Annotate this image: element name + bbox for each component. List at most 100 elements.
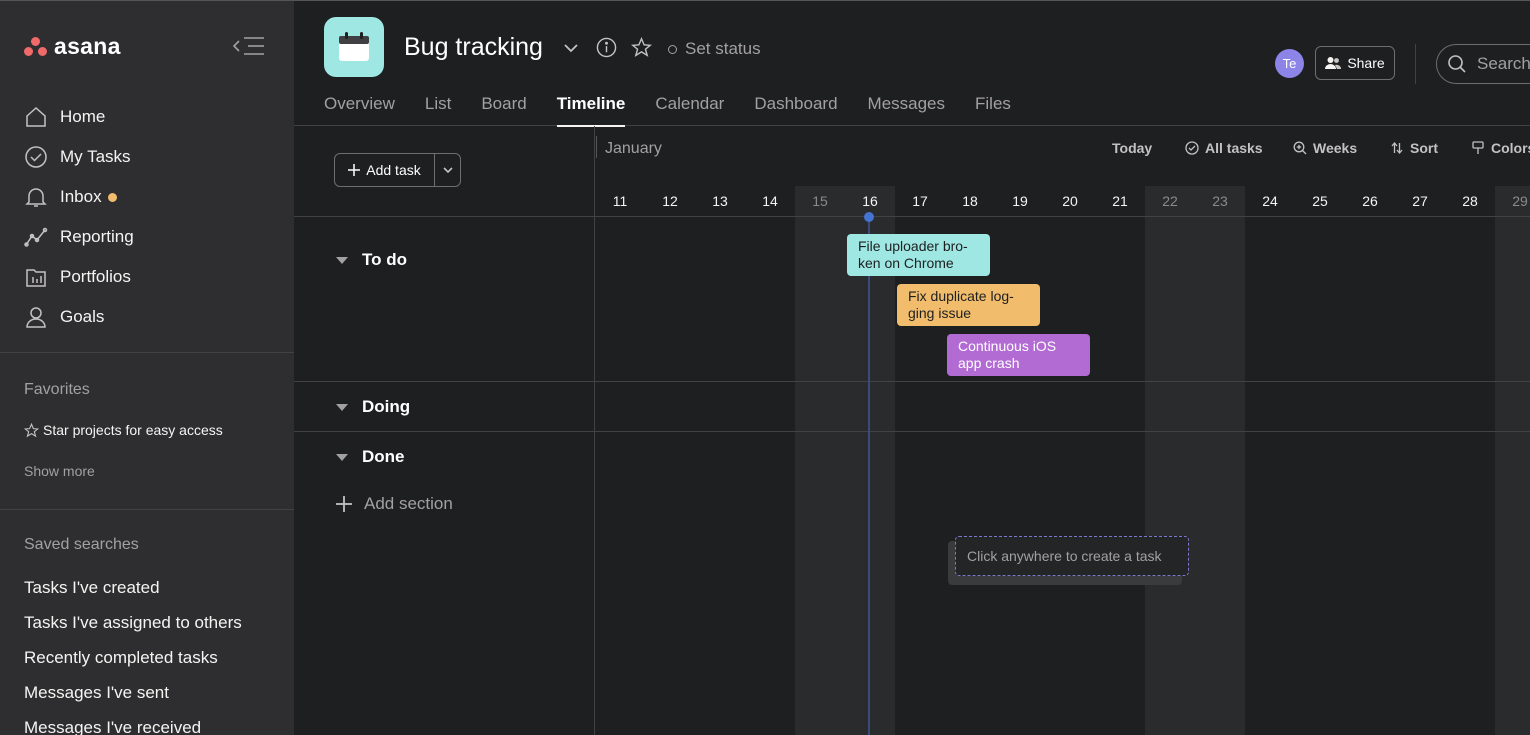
add-task-button-group: Add task xyxy=(334,153,461,187)
day-label: 18 xyxy=(962,193,978,209)
sidebar-divider xyxy=(0,509,294,510)
section-header-done[interactable]: Done xyxy=(336,447,405,467)
month-label: January xyxy=(605,140,662,157)
favorites-hint-text: Star projects for easy access xyxy=(43,422,223,438)
saved-searches-title[interactable]: Saved searches xyxy=(24,536,139,554)
today-button[interactable]: Today xyxy=(1112,140,1152,156)
zoom-icon xyxy=(1293,141,1307,155)
timeline-divider xyxy=(595,431,1530,432)
sidebar-item-home[interactable]: Home xyxy=(24,97,274,137)
project-header: Bug tracking Set status Te Share Search … xyxy=(294,0,1530,127)
weekend-column xyxy=(1145,186,1245,735)
day-label: 16 xyxy=(862,193,878,209)
star-icon[interactable] xyxy=(630,36,653,63)
task-title-line: app crash xyxy=(958,355,1020,371)
create-task-placeholder[interactable]: Click anywhere to create a task xyxy=(955,536,1189,576)
logo-dots-icon xyxy=(24,36,48,57)
logo-text: asana xyxy=(54,33,121,59)
day-label: 17 xyxy=(912,193,928,209)
share-button[interactable]: Share xyxy=(1315,46,1395,80)
tab-files[interactable]: Files xyxy=(975,94,1011,127)
tab-messages[interactable]: Messages xyxy=(868,94,945,127)
saved-search-item[interactable]: Tasks I've assigned to others xyxy=(24,612,242,647)
home-icon xyxy=(26,106,46,127)
colors-label: Colors xyxy=(1491,140,1530,156)
people-icon xyxy=(1325,57,1342,69)
sidebar-item-reporting[interactable]: Reporting xyxy=(24,217,274,257)
sidebar-item-inbox[interactable]: Inbox xyxy=(24,177,274,217)
header-divider xyxy=(1415,44,1416,84)
task-bar[interactable]: Fix duplicate log- ging issue xyxy=(897,284,1040,326)
weekend-column xyxy=(1495,186,1530,735)
paint-bucket-icon xyxy=(1472,141,1484,154)
saved-search-item[interactable]: Messages I've received xyxy=(24,717,242,735)
set-status-label: Set status xyxy=(685,39,761,58)
sidebar-item-label: Portfolios xyxy=(60,267,131,286)
saved-search-item[interactable]: Recently completed tasks xyxy=(24,647,242,682)
sidebar-item-label: Home xyxy=(60,107,106,126)
sidebar-item-portfolios[interactable]: Portfolios xyxy=(24,257,274,297)
today-label: Today xyxy=(1112,140,1153,156)
caret-down-icon xyxy=(336,453,348,461)
avatar[interactable]: Te xyxy=(1275,49,1304,78)
weeks-zoom-button[interactable]: Weeks xyxy=(1293,140,1357,156)
day-label: 12 xyxy=(662,193,678,209)
add-task-dropdown[interactable] xyxy=(435,154,460,186)
set-status-button[interactable]: Set status xyxy=(668,39,761,59)
tab-calendar[interactable]: Calendar xyxy=(655,94,724,127)
sidebar-nav: Home My Tasks Inbox Reporting Portfolios xyxy=(24,97,274,337)
project-title[interactable]: Bug tracking xyxy=(404,33,543,62)
timeline-grid[interactable]: January Today All tasks Weeks Sort Color… xyxy=(595,126,1530,735)
colors-button[interactable]: Colors xyxy=(1471,140,1530,156)
caret-down-icon xyxy=(336,256,348,264)
sidebar-item-my-tasks[interactable]: My Tasks xyxy=(24,137,274,177)
day-label: 20 xyxy=(1062,193,1078,209)
saved-search-item[interactable]: Tasks I've created xyxy=(24,577,242,612)
chevron-down-icon[interactable] xyxy=(562,39,580,62)
search-input[interactable]: Search xyxy=(1436,44,1530,84)
day-label: 24 xyxy=(1262,193,1278,209)
timeline-divider xyxy=(595,216,1530,217)
add-section-button[interactable]: Add section xyxy=(336,494,453,514)
show-more-link[interactable]: Show more xyxy=(24,463,95,479)
all-tasks-filter[interactable]: All tasks xyxy=(1185,140,1263,156)
star-outline-icon xyxy=(24,422,39,437)
tab-list[interactable]: List xyxy=(425,94,451,127)
section-header-doing[interactable]: Doing xyxy=(336,397,410,417)
tab-board[interactable]: Board xyxy=(481,94,526,127)
task-title-line: ken on Chrome xyxy=(858,255,954,271)
person-icon xyxy=(26,307,46,328)
sort-icon xyxy=(1391,141,1403,155)
tab-dashboard[interactable]: Dashboard xyxy=(754,94,837,127)
tab-timeline[interactable]: Timeline xyxy=(556,94,625,127)
section-header-todo[interactable]: To do xyxy=(336,250,407,270)
favorites-title[interactable]: Favorites xyxy=(24,381,90,399)
saved-search-item[interactable]: Messages I've sent xyxy=(24,682,242,717)
sidebar-item-label: Goals xyxy=(60,307,105,326)
task-title-line: Fix duplicate log- xyxy=(908,288,1014,304)
today-marker xyxy=(864,212,874,222)
task-bar[interactable]: Continuous iOS app crash xyxy=(947,334,1090,376)
month-divider xyxy=(596,136,597,158)
caret-down-icon xyxy=(336,403,348,411)
collapse-sidebar-icon[interactable] xyxy=(232,35,266,57)
add-task-label: Add task xyxy=(366,162,421,178)
add-section-label: Add section xyxy=(364,494,453,513)
project-icon[interactable] xyxy=(324,17,384,77)
portfolio-icon xyxy=(26,269,46,287)
sidebar-item-goals[interactable]: Goals xyxy=(24,297,274,337)
check-circle-icon xyxy=(1185,141,1199,155)
info-icon[interactable] xyxy=(596,37,617,63)
section-name: To do xyxy=(362,250,407,269)
day-label: 27 xyxy=(1412,193,1428,209)
asana-logo[interactable]: asana xyxy=(24,33,121,60)
task-bar[interactable]: File uploader bro- ken on Chrome xyxy=(847,234,990,276)
sidebar-item-label: Inbox xyxy=(60,187,102,206)
sort-button[interactable]: Sort xyxy=(1390,140,1438,156)
add-task-button[interactable]: Add task xyxy=(335,154,435,186)
day-label: 11 xyxy=(612,193,628,209)
day-label: 28 xyxy=(1462,193,1478,209)
day-label: 15 xyxy=(812,193,828,209)
chart-line-icon xyxy=(24,227,48,247)
tab-overview[interactable]: Overview xyxy=(324,94,395,127)
